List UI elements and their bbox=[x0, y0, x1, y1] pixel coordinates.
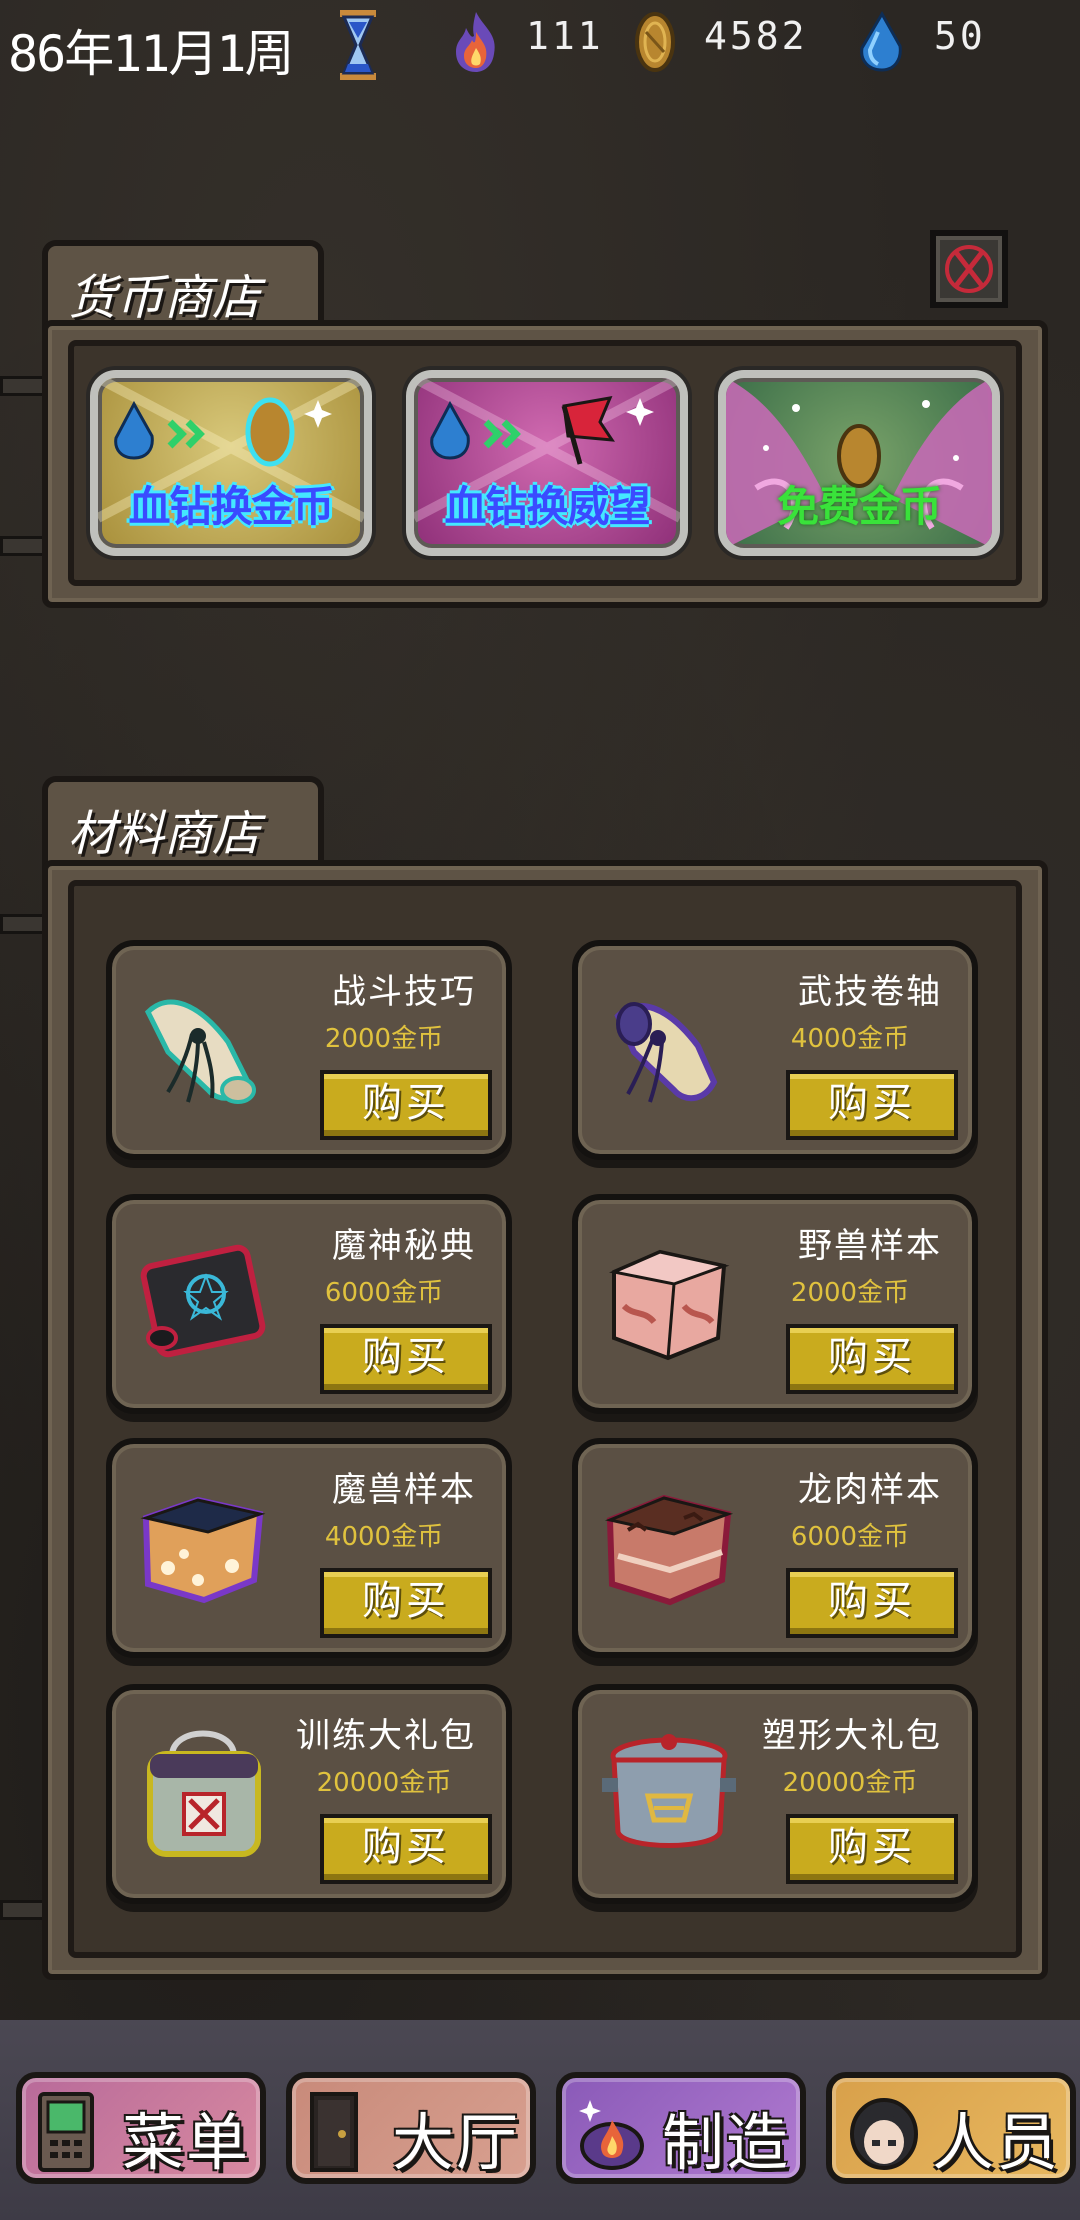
buy-button[interactable]: 购买 bbox=[320, 1568, 492, 1638]
meat-cube-icon bbox=[609, 1249, 730, 1361]
item-price: 6000金币 bbox=[790, 1522, 910, 1552]
gem-counter: 50 bbox=[934, 14, 986, 58]
phone-icon bbox=[38, 2092, 94, 2172]
nav-label: 人员 bbox=[931, 2106, 1060, 2179]
crafting-flame-icon bbox=[579, 2100, 644, 2170]
material-shop-tab: 材料商店 bbox=[42, 776, 324, 870]
fire-counter: 111 bbox=[526, 14, 604, 58]
item-price: 20000金币 bbox=[782, 1768, 918, 1798]
blood-gem-to-gold-card[interactable]: 血钻换金币 bbox=[90, 370, 372, 556]
purple-scroll-icon bbox=[614, 1002, 718, 1103]
currency-shop-title: 货币商店 bbox=[68, 270, 261, 326]
item-name: 魔神秘典 bbox=[332, 1226, 476, 1266]
item-name: 龙肉样本 bbox=[798, 1470, 942, 1510]
training-bag-icon bbox=[147, 1730, 261, 1857]
close-button[interactable] bbox=[930, 230, 1008, 308]
close-icon bbox=[945, 245, 993, 293]
buy-button[interactable]: 购买 bbox=[786, 1070, 958, 1140]
shop-item-demon-beast-sample: 魔兽样本 4000金币 购买 bbox=[106, 1438, 512, 1658]
nav-craft[interactable]: 制造 bbox=[556, 2072, 806, 2184]
dragon-meat-icon bbox=[604, 1494, 734, 1606]
game-date: 86年11月1周 bbox=[8, 25, 295, 83]
card-label: 免费金币 bbox=[776, 482, 942, 531]
nav-label: 大厅 bbox=[391, 2106, 520, 2179]
blood-gem-icon bbox=[856, 10, 906, 78]
shop-item-shaping-pack: 塑形大礼包 20000金币 购买 bbox=[572, 1684, 978, 1904]
shop-item-martial-scroll: 武技卷轴 4000金币 购买 bbox=[572, 940, 978, 1160]
item-name: 武技卷轴 bbox=[798, 972, 942, 1012]
item-name: 战斗技巧 bbox=[332, 972, 476, 1012]
currency-shop-tab: 货币商店 bbox=[42, 240, 324, 330]
item-price: 4000金币 bbox=[790, 1024, 910, 1054]
shop-item-training-pack: 训练大礼包 20000金币 购买 bbox=[106, 1684, 512, 1904]
material-shop-title: 材料商店 bbox=[68, 806, 261, 862]
item-name: 塑形大礼包 bbox=[762, 1716, 942, 1756]
nav-label: 制造 bbox=[661, 2106, 790, 2179]
shaping-pot-icon bbox=[602, 1734, 736, 1848]
buy-button[interactable]: 购买 bbox=[786, 1814, 958, 1884]
buy-button[interactable]: 购买 bbox=[320, 1814, 492, 1884]
item-price: 4000金币 bbox=[324, 1522, 444, 1552]
nav-hall[interactable]: 大厅 bbox=[286, 2072, 536, 2184]
shop-item-demon-tome: 魔神秘典 6000金币 购买 bbox=[106, 1194, 512, 1414]
gold-counter: 4582 bbox=[704, 14, 808, 58]
nav-label: 菜单 bbox=[121, 2106, 250, 2179]
item-price: 2000金币 bbox=[790, 1278, 910, 1308]
free-gold-card[interactable]: 免费金币 bbox=[718, 370, 1000, 556]
status-bar: 86年11月1周 111 4582 50 bbox=[0, 0, 1080, 90]
shop-item-beast-sample: 野兽样本 2000金币 购买 bbox=[572, 1194, 978, 1414]
shop-item-combat-skill: 战斗技巧 2000金币 购买 bbox=[106, 940, 512, 1160]
buy-button[interactable]: 购买 bbox=[320, 1070, 492, 1140]
nav-staff[interactable]: 人员 bbox=[826, 2072, 1076, 2184]
item-name: 野兽样本 bbox=[798, 1226, 942, 1266]
item-name: 训练大礼包 bbox=[296, 1716, 476, 1756]
item-price: 2000金币 bbox=[324, 1024, 444, 1054]
buy-button[interactable]: 购买 bbox=[320, 1324, 492, 1394]
person-portrait-icon bbox=[850, 2098, 918, 2170]
fire-icon bbox=[450, 10, 502, 78]
card-label: 血钻换威望 bbox=[444, 482, 650, 531]
gold-coin-icon bbox=[632, 10, 678, 78]
dark-tome-icon bbox=[140, 1244, 266, 1358]
card-label: 血钻换金币 bbox=[128, 482, 334, 531]
demon-meat-icon bbox=[140, 1496, 266, 1604]
item-name: 魔兽样本 bbox=[332, 1470, 476, 1510]
teal-scroll-icon bbox=[144, 999, 256, 1104]
bottom-navigation: 菜单 大厅 制造 人员 bbox=[0, 2020, 1080, 2220]
hourglass-icon[interactable] bbox=[336, 8, 380, 86]
item-price: 6000金币 bbox=[324, 1278, 444, 1308]
door-icon bbox=[310, 2092, 358, 2172]
blood-gem-to-prestige-card[interactable]: 血钻换威望 bbox=[406, 370, 688, 556]
buy-button[interactable]: 购买 bbox=[786, 1568, 958, 1638]
buy-button[interactable]: 购买 bbox=[786, 1324, 958, 1394]
nav-menu[interactable]: 菜单 bbox=[16, 2072, 266, 2184]
item-price: 20000金币 bbox=[316, 1768, 452, 1798]
shop-item-dragon-meat-sample: 龙肉样本 6000金币 购买 bbox=[572, 1438, 978, 1658]
